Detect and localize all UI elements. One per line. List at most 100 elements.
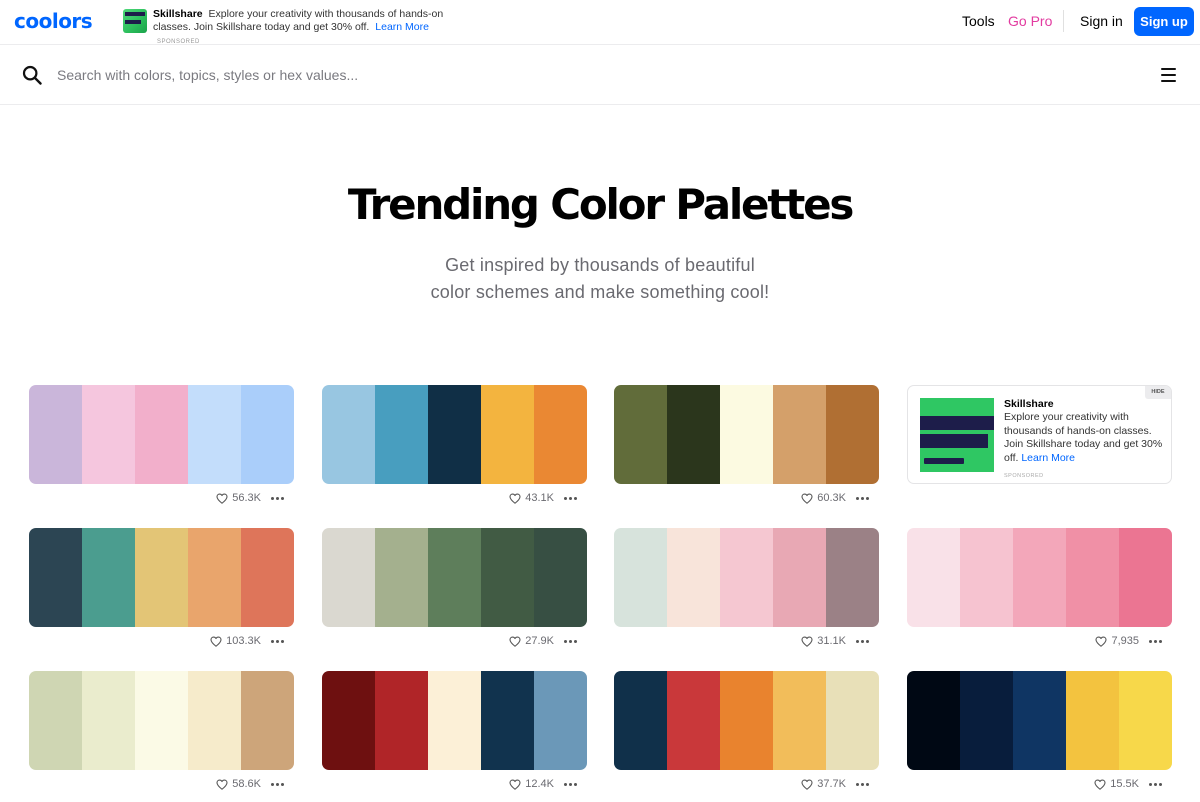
more-options-icon[interactable] [564, 779, 579, 789]
color-swatch[interactable] [1013, 528, 1066, 627]
side-ad-learn-more-link[interactable]: Learn More [1021, 452, 1075, 464]
color-swatch[interactable] [428, 671, 481, 770]
palette-card[interactable]: 27.9K [322, 528, 587, 647]
more-options-icon[interactable] [271, 779, 286, 789]
heart-icon[interactable] [210, 636, 222, 647]
palette-card[interactable]: 103.3K [29, 528, 294, 647]
color-swatch[interactable] [614, 385, 667, 484]
color-swatch[interactable] [534, 528, 587, 627]
color-swatch[interactable] [960, 671, 1013, 770]
color-swatch[interactable] [773, 671, 826, 770]
more-options-icon[interactable] [856, 493, 871, 503]
color-swatch[interactable] [135, 671, 188, 770]
color-swatch[interactable] [188, 528, 241, 627]
color-swatch[interactable] [29, 385, 82, 484]
palette-card[interactable]: 43.1K [322, 385, 587, 504]
color-swatch[interactable] [667, 671, 720, 770]
palette-swatches[interactable] [907, 671, 1172, 770]
color-swatch[interactable] [375, 671, 428, 770]
hamburger-menu-icon[interactable] [1161, 68, 1176, 82]
color-swatch[interactable] [322, 528, 375, 627]
hide-ad-button[interactable]: HIDE [1145, 386, 1171, 399]
color-swatch[interactable] [375, 385, 428, 484]
color-swatch[interactable] [773, 528, 826, 627]
sign-up-button[interactable]: Sign up [1134, 7, 1194, 36]
color-swatch[interactable] [188, 385, 241, 484]
color-swatch[interactable] [481, 528, 534, 627]
palette-card[interactable]: 56.3K [29, 385, 294, 504]
palette-swatches[interactable] [29, 385, 294, 484]
color-swatch[interactable] [428, 528, 481, 627]
color-swatch[interactable] [322, 385, 375, 484]
more-options-icon[interactable] [564, 636, 579, 646]
search-input[interactable] [57, 63, 657, 87]
heart-icon[interactable] [216, 779, 228, 790]
color-swatch[interactable] [135, 528, 188, 627]
color-swatch[interactable] [1013, 671, 1066, 770]
color-swatch[interactable] [322, 671, 375, 770]
palette-swatches[interactable] [322, 528, 587, 627]
color-swatch[interactable] [614, 528, 667, 627]
color-swatch[interactable] [375, 528, 428, 627]
color-swatch[interactable] [826, 385, 879, 484]
color-swatch[interactable] [481, 385, 534, 484]
color-swatch[interactable] [241, 528, 294, 627]
color-swatch[interactable] [1119, 528, 1172, 627]
sidebar-ad-card[interactable]: Skillshare Explore your creativity with … [907, 385, 1172, 484]
color-swatch[interactable] [241, 385, 294, 484]
color-swatch[interactable] [1119, 671, 1172, 770]
color-swatch[interactable] [614, 671, 667, 770]
heart-icon[interactable] [216, 493, 228, 504]
color-swatch[interactable] [667, 528, 720, 627]
color-swatch[interactable] [826, 671, 879, 770]
palette-card[interactable]: 60.3K [614, 385, 879, 504]
heart-icon[interactable] [801, 636, 813, 647]
color-swatch[interactable] [82, 385, 135, 484]
heart-icon[interactable] [1094, 779, 1106, 790]
color-swatch[interactable] [135, 385, 188, 484]
palette-swatches[interactable] [322, 385, 587, 484]
color-swatch[interactable] [907, 528, 960, 627]
color-swatch[interactable] [667, 385, 720, 484]
skillshare-ad-image[interactable] [920, 398, 994, 472]
ad-learn-more-link[interactable]: Learn More [375, 21, 429, 33]
color-swatch[interactable] [720, 385, 773, 484]
heart-icon[interactable] [509, 636, 521, 647]
color-swatch[interactable] [1066, 671, 1119, 770]
color-swatch[interactable] [826, 528, 879, 627]
color-swatch[interactable] [960, 528, 1013, 627]
top-banner-ad[interactable]: Skillshare Explore your creativity with … [153, 8, 473, 49]
color-swatch[interactable] [773, 385, 826, 484]
more-options-icon[interactable] [1149, 779, 1164, 789]
color-swatch[interactable] [481, 671, 534, 770]
heart-icon[interactable] [801, 493, 813, 504]
more-options-icon[interactable] [856, 779, 871, 789]
heart-icon[interactable] [509, 779, 521, 790]
color-swatch[interactable] [29, 528, 82, 627]
color-swatch[interactable] [534, 385, 587, 484]
palette-card[interactable]: 31.1K [614, 528, 879, 647]
more-options-icon[interactable] [271, 636, 286, 646]
nav-go-pro[interactable]: Go Pro [1008, 13, 1052, 29]
palette-swatches[interactable] [614, 528, 879, 627]
color-swatch[interactable] [720, 671, 773, 770]
heart-icon[interactable] [509, 493, 521, 504]
color-swatch[interactable] [907, 671, 960, 770]
color-swatch[interactable] [428, 385, 481, 484]
color-swatch[interactable] [82, 528, 135, 627]
palette-card[interactable]: 37.7K [614, 671, 879, 790]
nav-tools[interactable]: Tools [962, 13, 995, 29]
palette-card[interactable]: 15.5K [907, 671, 1172, 790]
color-swatch[interactable] [720, 528, 773, 627]
palette-swatches[interactable] [29, 528, 294, 627]
more-options-icon[interactable] [856, 636, 871, 646]
heart-icon[interactable] [801, 779, 813, 790]
coolors-logo[interactable]: coolors [14, 9, 93, 33]
color-swatch[interactable] [82, 671, 135, 770]
more-options-icon[interactable] [1149, 636, 1164, 646]
sign-in-link[interactable]: Sign in [1080, 13, 1123, 29]
palette-swatches[interactable] [322, 671, 587, 770]
color-swatch[interactable] [188, 671, 241, 770]
skillshare-ad-thumbnail[interactable] [123, 9, 147, 33]
search-icon[interactable] [22, 65, 42, 85]
